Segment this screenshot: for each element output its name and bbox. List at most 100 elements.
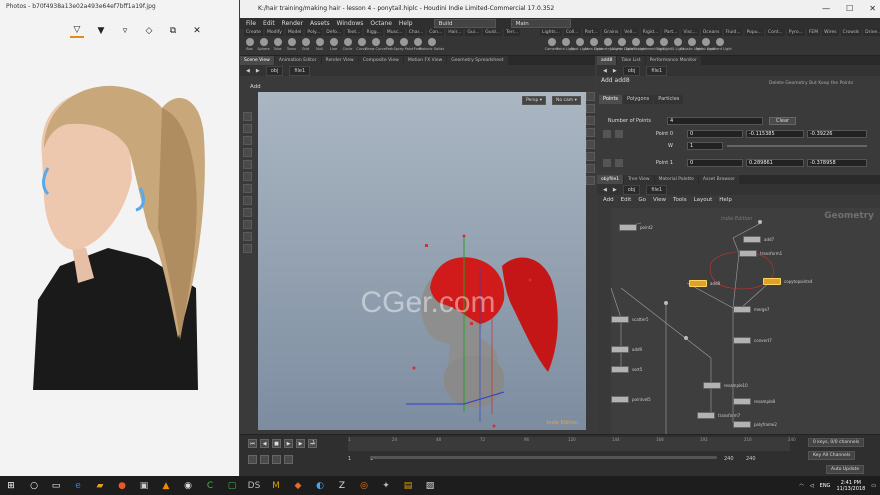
node-11[interactable]: [703, 382, 721, 389]
tab-scene-view[interactable]: Scene View: [240, 56, 274, 65]
display-option-icon[interactable]: [586, 92, 595, 101]
zbrush-icon[interactable]: Z: [334, 478, 350, 494]
node-13[interactable]: [697, 412, 715, 419]
w-slider[interactable]: [727, 145, 867, 147]
close-button[interactable]: ✕: [869, 0, 876, 18]
file-explorer-icon[interactable]: ▰: [92, 478, 108, 494]
shelf-right-tool-2[interactable]: Spot Light: [571, 37, 588, 55]
calligraphy-pen-icon[interactable]: ▿: [118, 24, 132, 38]
shelf-right-tab-15[interactable]: Crowds: [840, 29, 862, 36]
daz-studio-icon[interactable]: DS: [246, 478, 262, 494]
range-end-2[interactable]: 240: [746, 456, 756, 462]
tab-obj-file1[interactable]: obj/file1: [597, 175, 624, 184]
shelf-right-tool-0[interactable]: Camera: [545, 37, 558, 55]
subtab-polygons[interactable]: Polygons: [623, 95, 654, 104]
shelf-left-tab-3[interactable]: Poly...: [305, 29, 323, 36]
node-2[interactable]: [739, 250, 757, 257]
shelf-right-tab-9[interactable]: Fluid...: [723, 29, 743, 36]
shelf-right-tab-8[interactable]: Oceans: [700, 29, 722, 36]
play-icon[interactable]: ▶: [284, 439, 293, 448]
app-icon[interactable]: ◉: [180, 478, 196, 494]
shelf-left-tab-4[interactable]: Defo...: [324, 29, 344, 36]
step-back-icon[interactable]: ◀: [260, 439, 269, 448]
shelf-right-tab-6[interactable]: Part...: [662, 29, 680, 36]
windows-start-icon[interactable]: ⊞: [2, 478, 20, 494]
point0-z-field[interactable]: -0.39226: [807, 130, 867, 138]
shelf-right-tab-11[interactable]: Cont...: [765, 29, 785, 36]
shelf-left-tab-13[interactable]: Terr...: [504, 29, 521, 36]
maximize-button[interactable]: ☐: [846, 0, 853, 18]
forward-icon[interactable]: ▶: [613, 68, 617, 74]
subtab-points[interactable]: Points: [599, 95, 623, 104]
shelf-right-tool-12[interactable]: Ambient Light: [707, 37, 732, 55]
node-12[interactable]: [733, 398, 751, 405]
tab-render-view[interactable]: Render View: [321, 56, 358, 65]
shelf-left-tool-2[interactable]: Tube: [272, 37, 283, 55]
range-start[interactable]: 1: [348, 456, 351, 462]
node-10[interactable]: [611, 396, 629, 403]
shelf-left-tool-13[interactable]: Platonic Solids: [419, 37, 444, 55]
points-display-icon[interactable]: [586, 140, 595, 149]
menu-render[interactable]: Render: [282, 20, 303, 27]
step-forward-icon[interactable]: ▶: [296, 439, 305, 448]
net-menu-help[interactable]: Help: [719, 197, 732, 206]
shelf-right-tab-5[interactable]: Rigid...: [640, 29, 661, 36]
net-menu-add[interactable]: Add: [603, 197, 614, 206]
menu-assets[interactable]: Assets: [310, 20, 330, 27]
grid-snap-icon[interactable]: [243, 208, 252, 217]
shelf-right-tool-11[interactable]: Portal Light: [696, 37, 715, 55]
tab-take-list[interactable]: Take List: [617, 56, 645, 65]
node-9[interactable]: [733, 337, 751, 344]
main-dropdown[interactable]: Main: [510, 19, 571, 28]
shelf-left-tool-0[interactable]: Box: [244, 37, 255, 55]
node-1[interactable]: [743, 236, 761, 243]
shelf-left-tool-8[interactable]: Curve: [356, 37, 367, 55]
3d-viewport[interactable]: CGer.com Indie Edition: [258, 92, 586, 430]
shelf-left-tool-3[interactable]: Torus: [286, 37, 297, 55]
camera-menu[interactable]: No cam ▾: [552, 96, 581, 105]
shelf-left-tab-2[interactable]: Model: [285, 29, 304, 36]
shelf-left-tool-1[interactable]: Sphere: [257, 37, 270, 55]
forward-icon[interactable]: ▶: [613, 187, 617, 193]
volume-icon[interactable]: ◁: [810, 483, 814, 489]
shelf-left-tab-9[interactable]: Con...: [427, 29, 445, 36]
path-obj[interactable]: obj: [265, 65, 284, 76]
pencil-icon[interactable]: ▼: [94, 24, 108, 38]
pose-tool-icon[interactable]: [243, 172, 252, 181]
node-6[interactable]: [611, 316, 629, 323]
shelf-right-tab-16[interactable]: Drive...: [863, 29, 880, 36]
snap-tool-icon[interactable]: [243, 196, 252, 205]
shelf-right-tab-2[interactable]: Part...: [582, 29, 600, 36]
forward-icon[interactable]: ▶: [256, 68, 260, 74]
move-tool-icon[interactable]: [243, 124, 252, 133]
shelf-left-tool-7[interactable]: Circle: [342, 37, 353, 55]
path-file1[interactable]: file1: [646, 65, 668, 76]
shelf-right-tool-5[interactable]: Volume Light: [610, 37, 633, 55]
back-icon[interactable]: ◀: [246, 68, 250, 74]
eraser-icon[interactable]: ◇: [142, 24, 156, 38]
normals-display-icon[interactable]: [586, 152, 595, 161]
node-4[interactable]: [689, 280, 707, 287]
shelf-right-tab-13[interactable]: FEM: [806, 29, 821, 36]
houdini-icon[interactable]: ◎: [356, 478, 372, 494]
shelf-left-tool-9[interactable]: Draw Curve: [365, 37, 386, 55]
tab-motion-fx-view[interactable]: Motion FX View: [403, 56, 447, 65]
handle-tool-icon[interactable]: [243, 160, 252, 169]
clock[interactable]: 2:41 PM 11/13/2018: [836, 480, 865, 492]
tab-material-palette[interactable]: Material Palette: [654, 175, 698, 184]
shelf-left-tool-11[interactable]: Spray Paint: [394, 37, 413, 55]
path-obj[interactable]: obj: [622, 65, 641, 76]
path-file1[interactable]: file1: [646, 184, 668, 195]
minimize-button[interactable]: —: [822, 0, 830, 18]
timeline-ruler[interactable]: 1 24 48 72 96 120 144 168 192 216 240: [348, 437, 796, 451]
tab-animation-editor[interactable]: Animation Editor: [274, 56, 321, 65]
tab-geometry-spreadsheet[interactable]: Geometry Spreadsheet: [447, 56, 508, 65]
shelf-left-tab-7[interactable]: Musc...: [384, 29, 405, 36]
node-3[interactable]: [763, 278, 781, 285]
substance-icon[interactable]: ◆: [290, 478, 306, 494]
node-7[interactable]: [611, 346, 629, 353]
close-icon[interactable]: ✕: [190, 24, 204, 38]
tab-tree-view[interactable]: Tree View: [624, 175, 654, 184]
view-tool-icon[interactable]: [243, 184, 252, 193]
back-icon[interactable]: ◀: [603, 187, 607, 193]
